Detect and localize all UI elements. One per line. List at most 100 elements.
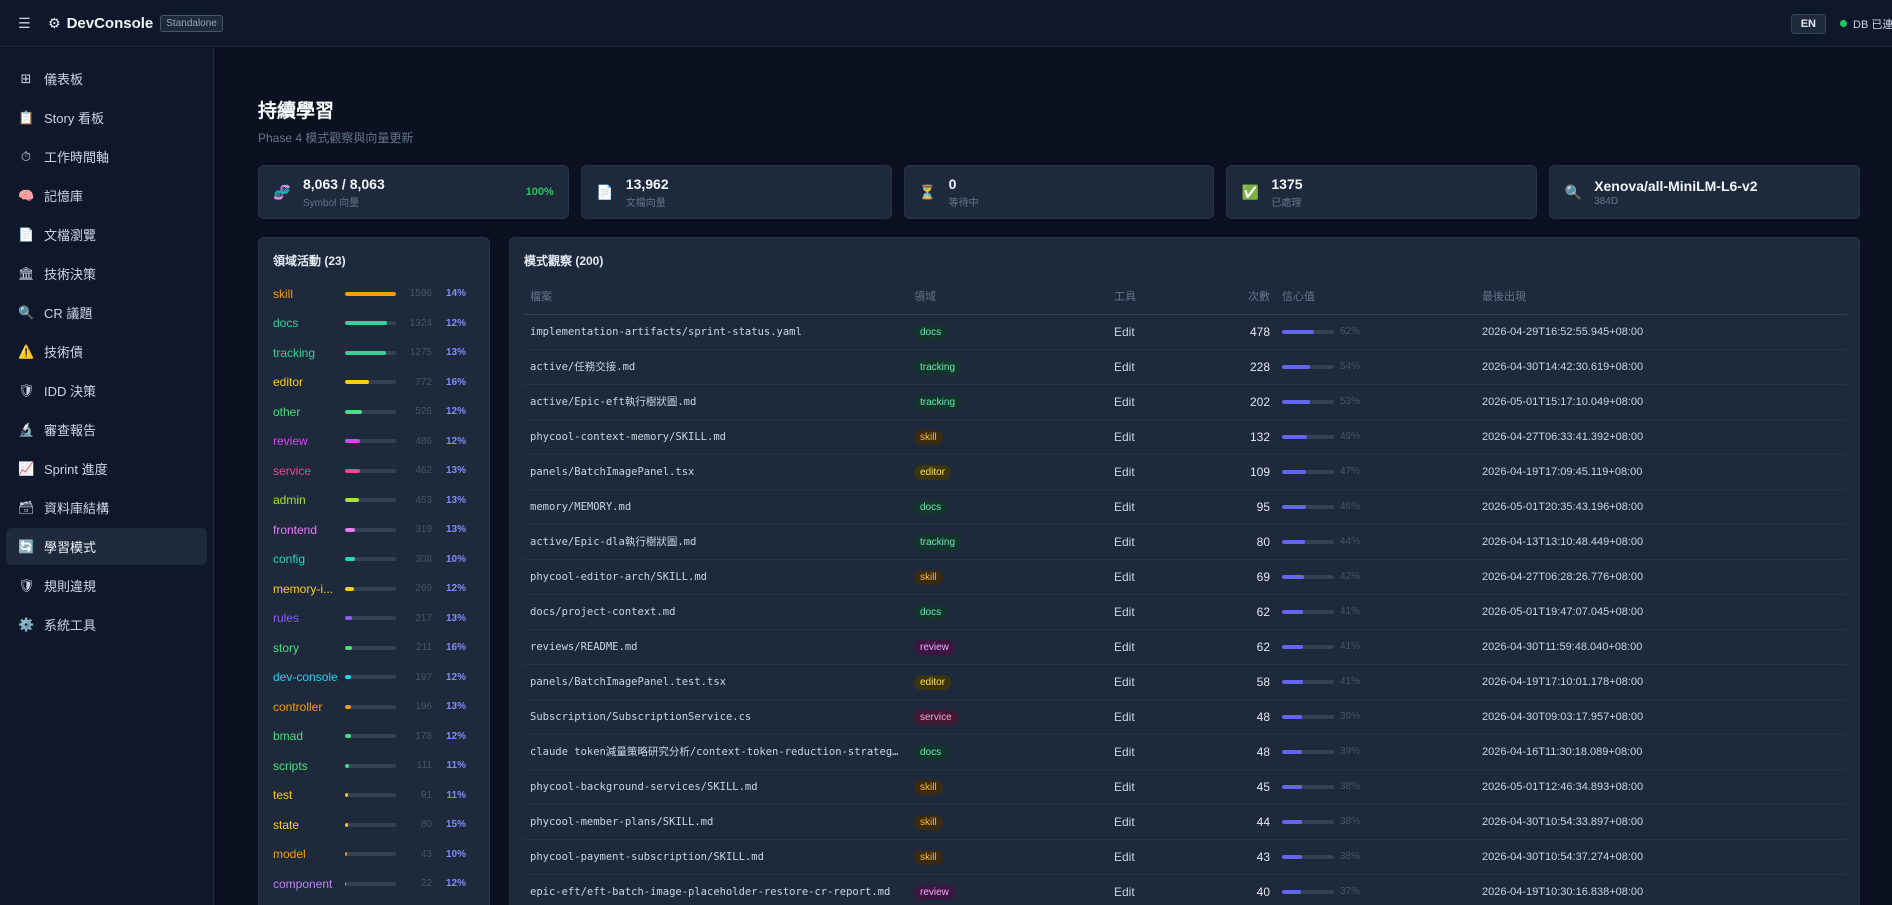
domain-row[interactable]: controller 196 13% [273, 692, 475, 722]
table-row[interactable]: implementation-artifacts/sprint-status.y… [524, 314, 1847, 350]
domain-row[interactable]: state 80 15% [273, 810, 475, 840]
stat-percent: 100% [525, 186, 554, 198]
confidence-bar [1282, 399, 1334, 404]
table-row[interactable]: claude token減量策略研究分析/context-token-reduc… [524, 734, 1847, 770]
table-row[interactable]: memory/MEMORY.md docs Edit 95 46% 2026-05-01T… [524, 489, 1847, 525]
sidebar-item[interactable]: ⚙️ 系統工具 [6, 606, 207, 643]
count-cell: 62 [1198, 594, 1276, 630]
tool-cell: Edit [1108, 524, 1198, 560]
domain-row[interactable]: component 22 12% [273, 869, 475, 899]
table-row[interactable]: active/任務交接.md tracking Edit 228 54% 2026-04-… [524, 349, 1847, 385]
table-row[interactable]: phycool-member-plans/SKILL.md skill Edit 44… [524, 804, 1847, 840]
domain-tag: skill [914, 569, 943, 585]
domain-name: service [273, 463, 312, 478]
domain-row[interactable]: service 462 13% [273, 456, 475, 486]
column-header[interactable]: 次數 [1198, 279, 1276, 315]
domain-row[interactable]: bmad 178 12% [273, 722, 475, 752]
confidence-bar-fill [1282, 399, 1310, 404]
domain-row[interactable]: docs 1324 12% [273, 309, 475, 339]
sidebar-item[interactable]: ⊞ 儀表板 [6, 60, 207, 97]
domain-row[interactable]: frontend 319 13% [273, 515, 475, 545]
domain-row[interactable]: editor 772 16% [273, 368, 475, 398]
table-row[interactable]: reviews/README.md review Edit 62 41% 2026-04-… [524, 629, 1847, 665]
domain-row[interactable]: tracking 1275 13% [273, 338, 475, 368]
domain-row[interactable]: skill 1596 14% [273, 279, 475, 309]
table-row[interactable]: active/Epic-eft執行樹狀圖.md tracking Edit 202 53… [524, 384, 1847, 420]
domain-count: 196 [415, 701, 432, 713]
domain-bar-fill [345, 704, 352, 709]
table-row[interactable]: panels/BatchImagePanel.test.tsx editor Edi… [524, 664, 1847, 700]
table-row[interactable]: Subscription/SubscriptionService.cs servi… [524, 699, 1847, 735]
confidence-cell: 42% [1276, 559, 1476, 595]
domain-row[interactable]: other 526 12% [273, 397, 475, 427]
brand: ⚙ DevConsole Standalone [48, 14, 223, 32]
table-row[interactable]: phycool-editor-arch/SKILL.md skill Edit 69 4… [524, 559, 1847, 595]
hamburger-menu-icon[interactable]: ☰ [18, 15, 38, 32]
table-row[interactable]: epic-eft/eft-batch-image-placeholder-res… [524, 874, 1847, 905]
language-toggle-button[interactable]: EN [1790, 13, 1826, 34]
sidebar-item[interactable]: ⏱ 工作時間軸 [6, 138, 207, 175]
confidence-percent: 39% [1340, 746, 1361, 757]
sidebar-item[interactable]: 🔬 審查報告 [6, 411, 207, 448]
domain-row[interactable]: memory-i... 269 12% [273, 574, 475, 604]
sidebar-item[interactable]: 🗃 資料庫結構 [6, 489, 207, 526]
sidebar-item[interactable]: 📋 Story 看板 [6, 99, 207, 136]
domain-count: 211 [416, 642, 432, 654]
count-cell: 62 [1198, 629, 1276, 665]
sidebar-item[interactable]: 🏛 技術決策 [6, 255, 207, 292]
domain-row[interactable]: admin 453 13% [273, 486, 475, 516]
sidebar-item[interactable]: 🔍 CR 議題 [6, 294, 207, 331]
domain-row[interactable]: config 308 10% [273, 545, 475, 575]
sidebar-item[interactable]: 🔄 學習模式 [6, 528, 207, 565]
domain-percent: 12% [445, 583, 466, 595]
count-cell: 69 [1198, 559, 1276, 595]
column-header[interactable]: 信心值 [1276, 279, 1476, 315]
column-header[interactable]: 領域 [908, 279, 1108, 315]
table-row[interactable]: active/Epic-dla執行樹狀圖.md tracking Edit 80 44%… [524, 524, 1847, 560]
sidebar-item-label: 工作時間軸 [44, 150, 110, 165]
table-row[interactable]: phycool-background-services/SKILL.md skil… [524, 769, 1847, 805]
table-row[interactable]: panels/BatchImagePanel.tsx editor Edit 109 4… [524, 454, 1847, 490]
sidebar-item[interactable]: 🧠 記憶庫 [6, 177, 207, 214]
domain-row[interactable]: story 211 16% [273, 633, 475, 663]
domain-cell: editor [908, 664, 1108, 700]
file-path-cell: phycool-member-plans/SKILL.md [524, 804, 908, 840]
confidence-cell: 39% [1276, 734, 1476, 770]
domain-tag: skill [914, 849, 943, 865]
domain-cell: editor [908, 454, 1108, 490]
last-seen-cell: 2026-04-29T16:52:55.945+08:00 [1476, 314, 1847, 350]
count-cell: 95 [1198, 489, 1276, 525]
confidence-bar-fill [1282, 889, 1302, 894]
confidence-bar-fill [1282, 749, 1303, 754]
sidebar-item[interactable]: 📈 Sprint 進度 [6, 450, 207, 487]
sidebar-item[interactable]: ⚠️ 技術債 [6, 333, 207, 370]
column-header[interactable]: 最後出現 [1476, 279, 1847, 315]
db-status: DB 已連線 [1840, 16, 1892, 32]
sidebar-item-label: 技術債 [44, 345, 84, 360]
sidebar-item[interactable]: 📄 文檔瀏覽 [6, 216, 207, 253]
column-header[interactable]: 檔案 [524, 279, 908, 315]
domain-row[interactable]: model 43 10% [273, 840, 475, 870]
column-header[interactable]: 工具 [1108, 279, 1198, 315]
table-header-row: 檔案 領域 工具 次數 信心值 最後出現 [524, 279, 1847, 315]
domain-count: 178 [415, 730, 432, 742]
tool-cell: Edit [1108, 629, 1198, 665]
table-row[interactable]: docs/project-context.md docs Edit 62 41% 2026… [524, 594, 1847, 630]
table-row[interactable]: phycool-context-memory/SKILL.md skill Edit… [524, 419, 1847, 455]
domain-bar-fill [345, 616, 353, 621]
domain-row[interactable]: test 91 11% [273, 781, 475, 811]
domain-count: 453 [415, 494, 432, 506]
domain-row[interactable]: review 486 12% [273, 427, 475, 457]
domain-name: tracking [273, 345, 316, 360]
tool-cell: Edit [1108, 594, 1198, 630]
sidebar-item[interactable]: 🛡 IDD 決策 [6, 372, 207, 409]
domain-row[interactable]: scripts 111 11% [273, 751, 475, 781]
domain-row[interactable]: rules 217 13% [273, 604, 475, 634]
tool-cell: Edit [1108, 874, 1198, 905]
table-row[interactable]: phycool-payment-subscription/SKILL.md ski… [524, 839, 1847, 875]
domain-row[interactable]: dev-console 197 12% [273, 663, 475, 693]
domain-bar-fill [345, 675, 352, 680]
sidebar-item[interactable]: 🛡 規則違規 [6, 567, 207, 604]
sidebar-item-label: Sprint 進度 [44, 462, 108, 477]
domain-bar [345, 439, 396, 444]
